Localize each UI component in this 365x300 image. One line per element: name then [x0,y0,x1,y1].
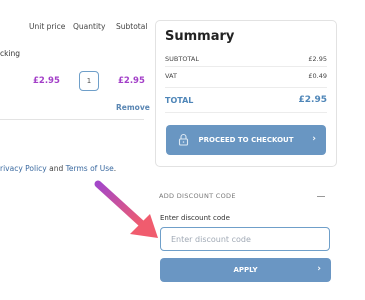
chevron-right-icon: › [312,134,316,144]
unit-price-header: Unit price [29,22,66,31]
policy-and-text: and [46,164,66,173]
subtotal-header: Subtotal [116,22,148,31]
product-description: cking [0,49,21,58]
policy-period: . [113,164,117,173]
quantity-input[interactable]: 1 [79,71,99,91]
summary-title: Summary [165,29,235,44]
remove-link[interactable]: Remove [116,103,150,112]
divider [0,119,144,120]
terms-of-use-link[interactable]: Terms of Use [66,164,114,173]
discount-section-title[interactable]: ADD DISCOUNT CODE [159,192,236,200]
summary-divider [165,66,327,67]
discount-field-label: Enter discount code [160,214,230,222]
discount-code-input[interactable] [160,227,330,251]
apply-button[interactable]: APPLY › [160,258,331,282]
line-subtotal-value: £2.95 [118,76,145,86]
privacy-policy-link[interactable]: rivacy Policy [0,164,47,173]
summary-divider [165,112,327,113]
apply-label: APPLY [233,266,258,274]
proceed-to-checkout-button[interactable]: PROCEED TO CHECKOUT › [166,125,326,155]
unit-price-value: £2.95 [33,76,60,86]
subtotal-label: SUBTOTAL [165,55,199,63]
vat-label: VAT [165,72,177,80]
policy-text: rivacy Policy and Terms of Use. [0,164,116,173]
total-label: TOTAL [165,96,194,105]
annotation-arrow-icon [94,180,158,238]
summary-divider [165,87,327,88]
subtotal-amount: £2.95 [308,55,327,63]
total-amount: £2.95 [298,95,327,105]
lock-icon [178,133,189,148]
vat-amount: £0.49 [308,72,327,80]
quantity-header: Quantity [73,22,106,31]
collapse-minus-icon[interactable] [317,196,325,197]
checkout-label: PROCEED TO CHECKOUT [198,136,294,144]
chevron-right-icon: › [317,264,321,274]
